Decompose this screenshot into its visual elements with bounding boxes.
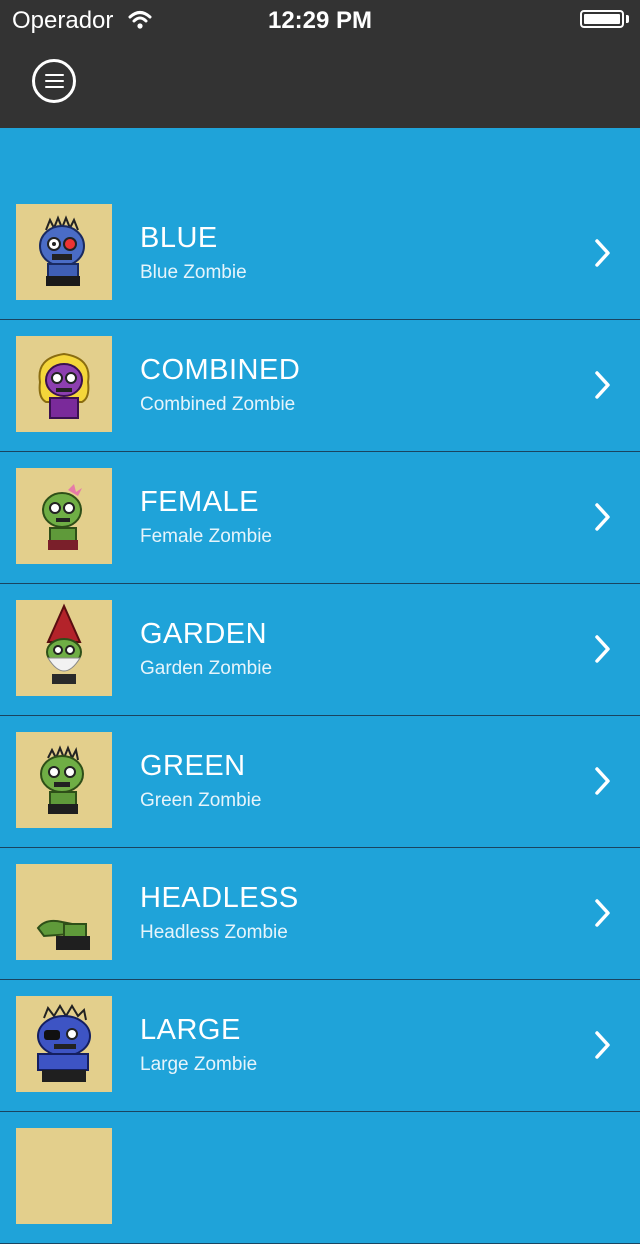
chevron-right-icon [595,503,610,531]
item-subtitle: Green Zombie [140,790,262,811]
item-title: HEADLESS [140,882,299,914]
list-item-female[interactable]: FEMALE Female Zombie [0,452,640,584]
blue-zombie-icon [39,215,85,286]
blue-zombie-thumbnail [16,204,112,300]
list-item-blue[interactable]: BLUE Blue Zombie [0,188,640,320]
garden-zombie-thumbnail [16,600,112,696]
female-zombie-thumbnail [16,468,112,564]
item-title: LARGE [140,1014,241,1046]
list-item-headless[interactable]: HEADLESS Headless Zombie [0,848,640,980]
item-subtitle: Large Zombie [140,1054,258,1075]
female-zombie-icon [42,484,82,550]
list-item-partial[interactable] [0,1112,640,1244]
menu-button[interactable] [32,59,76,103]
nav-bar [0,40,640,128]
menu-icon-bar [45,86,64,88]
clock-label: 12:29 PM [267,7,373,34]
chevron-right-icon [595,371,610,399]
green-zombie-thumbnail [16,732,112,828]
item-subtitle: Combined Zombie [140,394,296,415]
list-item-green[interactable]: GREEN Green Zombie [0,716,640,848]
chevron-right-icon [595,1031,610,1059]
zombie-list: BLUE Blue Zombie COMBINED Combined Zombi… [0,188,640,1244]
item-title: COMBINED [140,354,301,386]
headless-zombie-icon [36,919,90,950]
menu-icon [45,74,64,76]
partial-zombie-thumbnail [16,1128,112,1224]
item-title: BLUE [140,222,218,254]
chevron-right-icon [595,239,610,267]
headless-zombie-thumbnail [16,864,112,960]
large-zombie-icon [37,1004,91,1082]
combined-zombie-thumbnail [16,336,112,432]
menu-icon-bar [45,80,64,82]
list-item-large[interactable]: LARGE Large Zombie [0,980,640,1112]
chevron-right-icon [595,635,610,663]
item-subtitle: Garden Zombie [140,658,273,679]
list-item-garden[interactable]: GARDEN Garden Zombie [0,584,640,716]
green-zombie-icon [40,745,84,814]
item-subtitle: Female Zombie [140,526,272,547]
item-title: GARDEN [140,618,268,650]
item-subtitle: Headless Zombie [140,922,288,943]
large-zombie-thumbnail [16,996,112,1092]
item-subtitle: Blue Zombie [140,262,247,283]
chevron-right-icon [595,767,610,795]
battery-icon [580,10,624,28]
combined-zombie-icon [38,352,90,419]
item-title: GREEN [140,750,246,782]
list-item-combined[interactable]: COMBINED Combined Zombie [0,320,640,452]
status-bar: Operador 12:29 PM [0,0,640,40]
garden-zombie-icon [46,603,82,684]
item-title: FEMALE [140,486,260,518]
chevron-right-icon [595,899,610,927]
battery-nub [626,15,629,23]
